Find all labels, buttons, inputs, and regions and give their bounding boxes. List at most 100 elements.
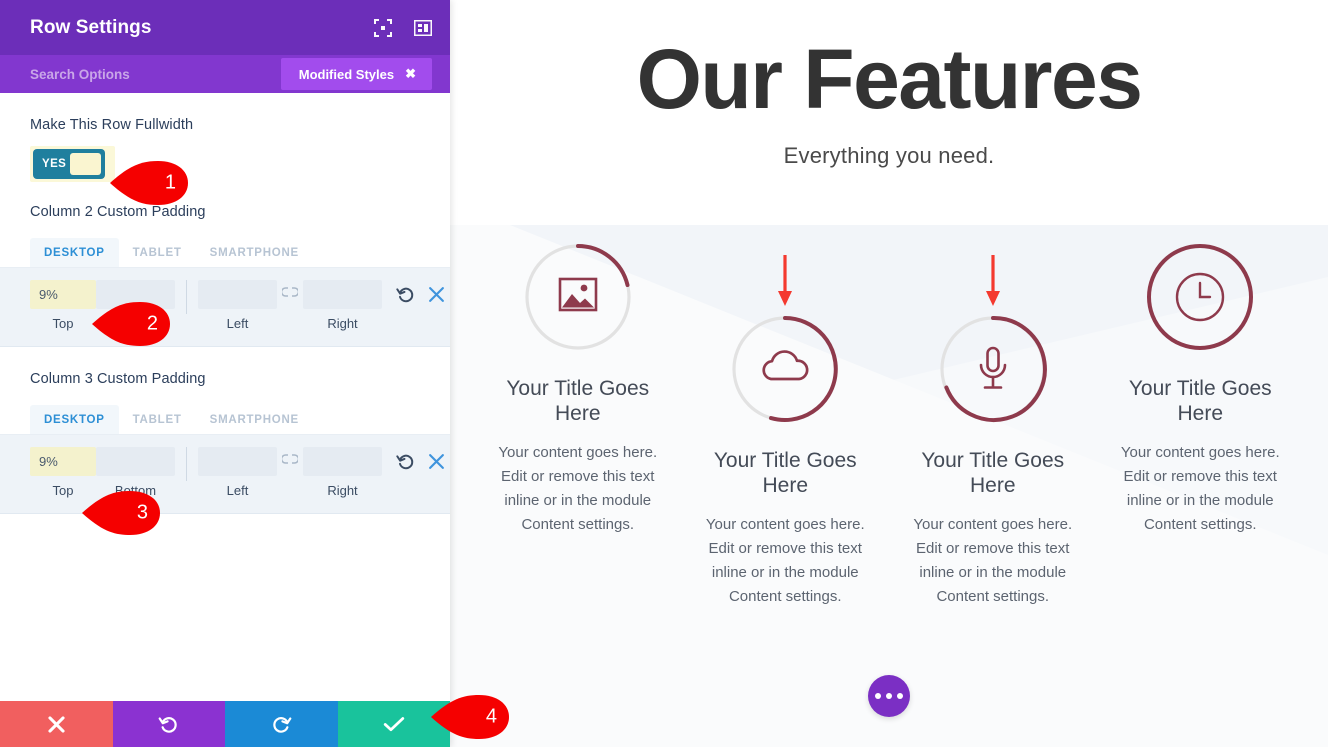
reset-icon[interactable] — [396, 452, 415, 471]
modified-styles-badge[interactable]: Modified Styles ✖ — [280, 58, 432, 90]
feature-title: Your Title Goes Here — [713, 449, 857, 497]
padding-bottom-caption: Bottom — [114, 483, 157, 498]
padding-bottom-input[interactable] — [96, 447, 175, 476]
feature-text: Your content goes here. Edit or remove t… — [705, 515, 865, 606]
padding-top-cell: Top — [30, 447, 96, 498]
column3-device-tabs: DESKTOP TABLET SMARTPHONE — [0, 405, 450, 435]
cloud-icon — [762, 350, 809, 381]
clear-icon[interactable] — [428, 286, 445, 303]
features-section: Your Title Goes Here Your content goes h… — [450, 225, 1328, 747]
focus-target-icon[interactable] — [374, 18, 392, 37]
padding-right-cell: Right — [303, 280, 382, 331]
column2-device-tabs: DESKTOP TABLET SMARTPHONE — [0, 238, 450, 268]
dot-icon — [886, 693, 892, 699]
padding-left-input[interactable] — [198, 447, 277, 476]
padding-right-input[interactable] — [303, 447, 382, 476]
padding-top-cell: Top — [30, 280, 96, 331]
undo-icon — [158, 716, 177, 733]
feature-column: Your Title Goes Here Your content goes h… — [474, 225, 682, 747]
column3-padding-field: Column 3 Custom Padding — [0, 347, 450, 387]
padding-right-cell: Right — [303, 447, 382, 498]
clear-icon[interactable] — [428, 453, 445, 470]
padding-top-input[interactable] — [30, 447, 96, 476]
panel-layout-icon[interactable] — [413, 19, 433, 36]
panel-footer — [0, 701, 450, 747]
feature-text: Your content goes here. Edit or remove t… — [913, 515, 1073, 606]
padding-top-input[interactable] — [30, 280, 96, 309]
page-title: Row Settings — [30, 16, 152, 38]
tab-desktop[interactable]: DESKTOP — [30, 405, 119, 434]
padding-top-caption: Top — [52, 483, 74, 498]
hero-title: Our Features — [636, 31, 1143, 126]
clock-icon — [1176, 272, 1225, 322]
search-input[interactable]: Search Options — [30, 67, 281, 82]
column3-padding-label: Column 3 Custom Padding — [30, 371, 206, 387]
hero-section: Our Features Everything you need. — [450, 0, 1328, 225]
dot-icon — [875, 693, 881, 699]
save-button[interactable] — [337, 701, 450, 747]
page-preview: Our Features Everything you need. Your T… — [450, 0, 1328, 747]
padding-left-caption: Left — [226, 483, 249, 498]
divider — [186, 447, 187, 481]
app-root: Row Settings Search Options Modified Sty… — [0, 0, 1328, 747]
arrow-down-icon — [985, 255, 1000, 306]
tab-tablet[interactable]: TABLET — [119, 405, 196, 434]
cloud-icon-circle — [731, 315, 839, 423]
panel-header-icons — [374, 18, 433, 37]
padding-right-input[interactable] — [303, 280, 382, 309]
fullwidth-label: Make This Row Fullwidth — [30, 117, 194, 133]
feature-title: Your Title Goes Here — [1128, 377, 1272, 425]
modified-styles-label: Modified Styles — [298, 66, 395, 82]
row-settings-panel: Row Settings Search Options Modified Sty… — [0, 0, 450, 747]
link-values-icon[interactable] — [277, 280, 303, 298]
reset-icon[interactable] — [396, 285, 415, 304]
toggle-knob — [70, 153, 101, 175]
close-icon[interactable]: ✖ — [405, 66, 416, 82]
fullwidth-toggle[interactable]: YES — [33, 149, 105, 179]
redo-button[interactable] — [225, 701, 338, 747]
tab-smartphone[interactable]: SMARTPHONE — [196, 238, 313, 267]
feature-columns: Your Title Goes Here Your content goes h… — [450, 225, 1328, 747]
padding-left-caption: Left — [226, 316, 249, 331]
padding-bottom-input[interactable] — [96, 280, 175, 309]
redo-icon — [273, 716, 292, 733]
column2-padding-field: Column 2 Custom Padding — [0, 182, 450, 220]
fullwidth-toggle-value: YES — [42, 158, 67, 170]
padding-bottom-cell: Bottom — [96, 447, 175, 498]
feature-text: Your content goes here. Edit or remove t… — [1120, 443, 1280, 534]
fullwidth-toggle-highlight: YES — [30, 146, 115, 182]
search-bar[interactable]: Search Options Modified Styles ✖ — [0, 55, 450, 93]
dot-icon — [897, 693, 903, 699]
more-options-button[interactable] — [868, 675, 910, 717]
column2-padding-inputs: Top Bottom Left — [0, 268, 450, 347]
feature-text: Your content goes here. Edit or remove t… — [498, 443, 658, 534]
image-icon-circle — [524, 243, 632, 351]
cancel-button[interactable] — [0, 701, 113, 747]
padding-bottom-cell: Bottom — [96, 280, 175, 331]
hero-subtitle: Everything you need. — [783, 142, 995, 168]
feature-column: Your Title Goes Here Your content goes h… — [1097, 225, 1305, 747]
tab-desktop[interactable]: DESKTOP — [30, 238, 119, 267]
padding-left-input[interactable] — [198, 280, 277, 309]
feature-title: Your Title Goes Here — [921, 449, 1065, 497]
fullwidth-field: Make This Row Fullwidth YES — [0, 93, 450, 182]
padding-right-caption: Right — [327, 483, 358, 498]
padding-right-caption: Right — [327, 316, 358, 331]
padding-top-caption: Top — [52, 316, 74, 331]
undo-button[interactable] — [112, 701, 225, 747]
check-icon — [383, 717, 404, 732]
link-values-icon[interactable] — [277, 447, 303, 465]
microphone-icon-circle — [939, 315, 1047, 423]
clock-icon-circle — [1146, 243, 1254, 351]
panel-body: Make This Row Fullwidth YES Column 2 Cus… — [0, 93, 450, 701]
feature-column: Your Title Goes Here Your content goes h… — [682, 225, 890, 747]
feature-column: Your Title Goes Here Your content goes h… — [889, 225, 1097, 747]
column3-padding-inputs: Top Bottom Left — [0, 435, 450, 514]
tab-smartphone[interactable]: SMARTPHONE — [196, 405, 313, 434]
close-icon — [48, 715, 65, 733]
feature-title: Your Title Goes Here — [506, 377, 650, 425]
padding-left-cell: Left — [198, 447, 277, 498]
padding-left-cell: Left — [198, 280, 277, 331]
tab-tablet[interactable]: TABLET — [119, 238, 196, 267]
microphone-icon — [979, 346, 1007, 389]
